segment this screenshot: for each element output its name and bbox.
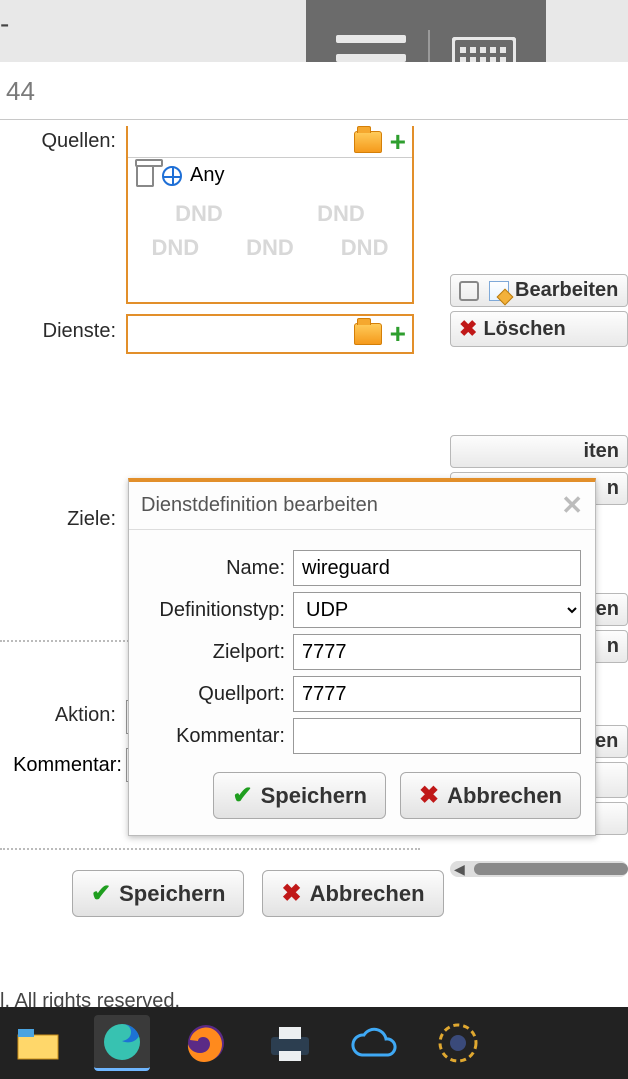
plus-icon[interactable]: + — [390, 128, 406, 156]
label-kommentar: Kommentar: — [0, 754, 122, 777]
checkbox[interactable] — [459, 281, 479, 301]
edit-icon — [489, 281, 509, 301]
label-ziele: Ziele: — [0, 508, 122, 531]
label-quellen: Quellen: — [0, 130, 122, 153]
url-fragment[interactable]: 44 — [0, 62, 628, 120]
delete-icon: ✖ — [459, 316, 477, 342]
check-icon: ✔ — [91, 879, 111, 908]
printer-icon[interactable] — [262, 1015, 318, 1071]
explorer-icon[interactable] — [10, 1015, 66, 1071]
dlg-kommentar-label: Kommentar: — [143, 725, 293, 748]
cross-icon: ✖ — [281, 879, 301, 908]
deftyp-label: Definitionstyp: — [143, 599, 293, 622]
taskbar — [0, 1007, 628, 1079]
loeschen-button[interactable]: ✖Löschen — [450, 311, 628, 347]
dlg-save-label: Speichern — [261, 783, 367, 809]
header-dash: - — [0, 8, 9, 40]
side-group: Bearbeiten ✖Löschen — [450, 274, 628, 347]
quellport-label: Quellport: — [143, 683, 293, 706]
quellen-item-any[interactable]: Any — [128, 158, 412, 193]
cross-icon: ✖ — [419, 781, 439, 810]
quellen-box[interactable]: + Any DNDDND DNDDNDDND — [126, 126, 414, 304]
dnd-placeholder: DNDDNDDND — [128, 235, 412, 261]
dlg-cancel-label: Abbrechen — [447, 783, 562, 809]
any-label: Any — [190, 164, 224, 187]
scrollbar[interactable]: ◀ — [450, 861, 628, 877]
dialog-save-button[interactable]: ✔ Speichern — [213, 772, 385, 819]
cloud-icon[interactable] — [346, 1015, 402, 1071]
dialog-cancel-button[interactable]: ✖ Abbrechen — [400, 772, 581, 819]
save-label: Speichern — [119, 881, 225, 907]
dialog-title: Dienstdefinition bearbeiten — [141, 494, 378, 517]
gear-badge-icon[interactable] — [430, 1015, 486, 1071]
edge-icon[interactable] — [94, 1015, 150, 1071]
zielport-label: Zielport: — [143, 641, 293, 664]
dnd-placeholder: DNDDND — [128, 201, 412, 227]
page-save-button[interactable]: ✔ Speichern — [72, 870, 244, 917]
dienste-box[interactable]: + — [126, 314, 414, 354]
dialog-close-icon[interactable]: ✕ — [561, 490, 583, 521]
check-icon: ✔ — [232, 781, 252, 810]
dienst-dialog: Dienstdefinition bearbeiten ✕ Name: Defi… — [128, 478, 596, 836]
quellport-input[interactable] — [293, 676, 581, 712]
plus-icon[interactable]: + — [390, 320, 406, 348]
deftyp-select[interactable]: UDP — [293, 592, 581, 628]
bearbeiten-button[interactable]: Bearbeiten — [450, 274, 628, 307]
label-aktion: Aktion: — [0, 704, 122, 727]
cancel-label: Abbrechen — [310, 881, 425, 907]
label-dienste: Dienste: — [0, 320, 122, 343]
dlg-kommentar-input[interactable] — [293, 718, 581, 754]
firefox-icon[interactable] — [178, 1015, 234, 1071]
name-input[interactable] — [293, 550, 581, 586]
folder-icon[interactable] — [354, 131, 382, 153]
trash-icon[interactable] — [136, 165, 154, 187]
zielport-input[interactable] — [293, 634, 581, 670]
bearbeiten-partial[interactable]: iten — [450, 435, 628, 468]
page-cancel-button[interactable]: ✖ Abbrechen — [262, 870, 443, 917]
folder-icon[interactable] — [354, 323, 382, 345]
separator — [0, 848, 420, 850]
globe-icon — [162, 166, 182, 186]
name-label: Name: — [143, 557, 293, 580]
